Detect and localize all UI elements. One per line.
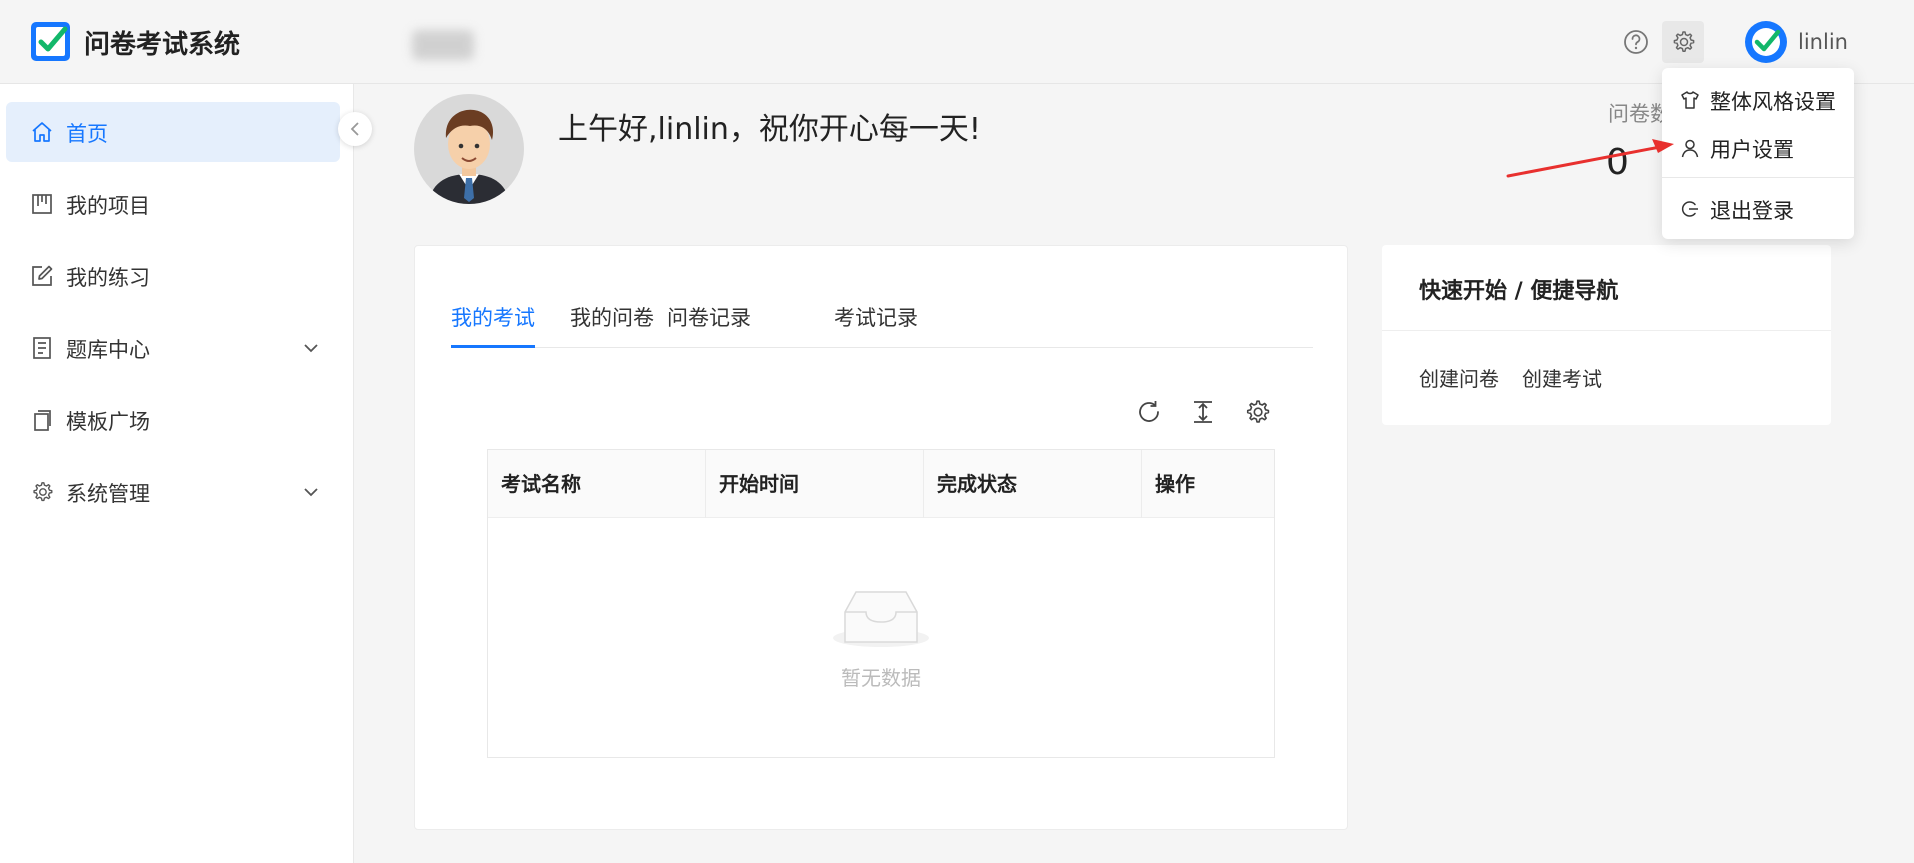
book-icon xyxy=(33,337,51,359)
create-exam-link[interactable]: 创建考试 xyxy=(1522,363,1602,392)
shirt-icon xyxy=(1681,91,1699,109)
chevron-left-icon xyxy=(350,122,359,136)
home-icon xyxy=(32,122,52,142)
help-icon[interactable] xyxy=(1622,28,1650,56)
column-header: 完成状态 xyxy=(923,450,1141,518)
greeting-text: 上午好,linlin，祝你开心每一天! xyxy=(558,112,981,147)
copy-icon xyxy=(34,410,51,431)
menu-divider xyxy=(1662,177,1854,178)
sidebar-item-label: 题库中心 xyxy=(66,338,150,362)
logout-icon xyxy=(1681,201,1698,217)
sidebar-item-question-bank[interactable]: 题库中心 xyxy=(6,318,340,378)
column-height-icon[interactable] xyxy=(1189,398,1217,426)
empty-text: 暂无数据 xyxy=(841,666,921,690)
tab-bar: 我的考试 我的问卷 问卷记录 考试记录 xyxy=(451,302,1313,348)
exam-table: 考试名称 开始时间 完成状态 操作 暂无数据 xyxy=(487,449,1275,758)
blurred-breadcrumb xyxy=(412,30,474,60)
sidebar-item-label: 首页 xyxy=(66,122,108,146)
sidebar-item-home[interactable]: 首页 xyxy=(6,102,340,162)
menu-item-user-settings[interactable]: 用户设置 xyxy=(1662,125,1854,169)
sidebar-item-system[interactable]: 系统管理 xyxy=(6,462,340,522)
column-header: 考试名称 xyxy=(501,472,581,496)
empty-inbox-icon xyxy=(833,591,929,647)
column-header: 操作 xyxy=(1141,450,1274,518)
sidebar-collapse-button[interactable] xyxy=(338,112,372,146)
app-title: 问卷考试系统 xyxy=(84,30,241,60)
menu-item-theme-settings[interactable]: 整体风格设置 xyxy=(1662,77,1854,121)
refresh-icon[interactable] xyxy=(1135,398,1163,426)
sidebar-item-projects[interactable]: 我的项目 xyxy=(6,174,340,234)
table-header: 考试名称 开始时间 完成状态 操作 xyxy=(488,450,1274,518)
tab-exam-records[interactable]: 考试记录 xyxy=(834,302,918,348)
tab-my-surveys[interactable]: 我的问卷 xyxy=(570,302,654,348)
create-survey-link[interactable]: 创建问卷 xyxy=(1419,363,1499,392)
sidebar: 首页 我的项目 我的练习 题库中心 模板广场 系统管理 xyxy=(0,84,354,863)
tab-my-exams[interactable]: 我的考试 xyxy=(451,302,535,348)
chevron-down-icon xyxy=(304,344,318,353)
sidebar-item-templates[interactable]: 模板广场 xyxy=(6,390,340,450)
chevron-down-icon xyxy=(304,488,318,497)
project-icon xyxy=(32,194,52,214)
annotation-arrow xyxy=(1506,139,1674,178)
quick-nav-title: 快速开始 / 便捷导航 xyxy=(1419,279,1619,304)
sidebar-item-practice[interactable]: 我的练习 xyxy=(6,246,340,306)
settings-dropdown-menu: 整体风格设置 用户设置 退出登录 xyxy=(1662,68,1854,239)
menu-item-label: 退出登录 xyxy=(1710,199,1794,223)
divider xyxy=(1382,330,1831,331)
top-header: 问卷考试系统 linlin xyxy=(0,0,1914,84)
tab-survey-records[interactable]: 问卷记录 xyxy=(667,302,751,348)
sidebar-item-label: 系统管理 xyxy=(66,482,150,506)
app-logo-icon[interactable] xyxy=(29,20,72,63)
gear-icon xyxy=(33,482,53,502)
edit-icon xyxy=(32,265,53,286)
username[interactable]: linlin xyxy=(1798,30,1848,54)
settings-button[interactable] xyxy=(1662,21,1704,63)
sidebar-item-label: 我的项目 xyxy=(66,194,150,218)
quick-nav-card: 快速开始 / 便捷导航 创建问卷 创建考试 xyxy=(1382,245,1831,425)
table-settings-icon[interactable] xyxy=(1243,398,1271,426)
menu-item-label: 用户设置 xyxy=(1710,138,1794,162)
gear-icon xyxy=(1673,31,1695,52)
user-avatar[interactable] xyxy=(1744,20,1788,64)
sidebar-item-label: 模板广场 xyxy=(66,410,150,434)
exam-card: 我的考试 我的问卷 问卷记录 考试记录 考试名称 开始时间 完成状态 操作 暂无… xyxy=(414,245,1348,830)
menu-item-logout[interactable]: 退出登录 xyxy=(1662,186,1854,230)
sidebar-item-label: 我的练习 xyxy=(66,266,150,290)
menu-item-label: 整体风格设置 xyxy=(1710,90,1836,114)
column-header: 开始时间 xyxy=(705,450,923,518)
profile-avatar xyxy=(414,94,524,204)
